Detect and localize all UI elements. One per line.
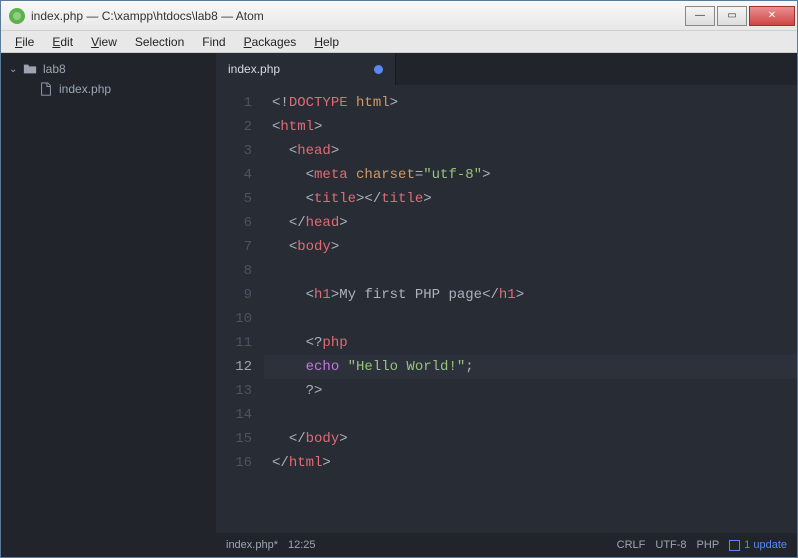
project-name: lab8 xyxy=(43,62,66,76)
text-editor[interactable]: 12345678910111213141516 <!DOCTYPE html><… xyxy=(216,85,797,533)
menu-help[interactable]: Help xyxy=(306,33,347,51)
code-line[interactable]: <body> xyxy=(264,235,797,259)
tab-title: index.php xyxy=(228,62,364,76)
editor-pane: index.php 12345678910111213141516 <!DOCT… xyxy=(216,53,797,557)
close-button[interactable]: ✕ xyxy=(749,6,795,26)
titlebar[interactable]: index.php — C:\xampp\htdocs\lab8 — Atom … xyxy=(1,1,797,31)
code-line[interactable] xyxy=(264,307,797,331)
menu-selection[interactable]: Selection xyxy=(127,33,192,51)
menubar: File Edit View Selection Find Packages H… xyxy=(1,31,797,53)
app-window: index.php — C:\xampp\htdocs\lab8 — Atom … xyxy=(0,0,798,558)
code-line[interactable]: </head> xyxy=(264,211,797,235)
tree-file[interactable]: index.php xyxy=(1,79,216,99)
code-line[interactable]: <!DOCTYPE html> xyxy=(264,91,797,115)
code-line[interactable]: echo "Hello World!"; xyxy=(264,355,797,379)
menu-edit[interactable]: Edit xyxy=(44,33,81,51)
status-update[interactable]: 1 update xyxy=(729,539,787,551)
atom-icon xyxy=(9,8,25,24)
tree-file-name: index.php xyxy=(59,82,111,96)
status-bar: index.php* 12:25 CRLF UTF-8 PHP 1 update xyxy=(216,533,797,557)
folder-icon xyxy=(23,62,37,76)
status-language[interactable]: PHP xyxy=(697,539,720,551)
tab-bar[interactable]: index.php xyxy=(216,53,797,85)
workspace: ⌄ lab8 index.php index.php 1234567891011… xyxy=(1,53,797,557)
status-cursor[interactable]: 12:25 xyxy=(288,539,316,551)
file-icon xyxy=(39,82,53,96)
tree-view[interactable]: ⌄ lab8 index.php xyxy=(1,53,216,557)
project-root[interactable]: ⌄ lab8 xyxy=(1,59,216,79)
code-line[interactable] xyxy=(264,259,797,283)
code-content[interactable]: <!DOCTYPE html><html> <head> <meta chars… xyxy=(264,85,797,533)
code-line[interactable]: ?> xyxy=(264,379,797,403)
code-line[interactable]: <head> xyxy=(264,139,797,163)
window-title: index.php — C:\xampp\htdocs\lab8 — Atom xyxy=(31,9,683,23)
code-line[interactable]: </html> xyxy=(264,451,797,475)
code-line[interactable]: </body> xyxy=(264,427,797,451)
status-eol[interactable]: CRLF xyxy=(617,539,646,551)
tab-index-php[interactable]: index.php xyxy=(216,53,396,85)
menu-find[interactable]: Find xyxy=(194,33,233,51)
chevron-down-icon: ⌄ xyxy=(9,64,17,75)
status-encoding[interactable]: UTF-8 xyxy=(655,539,686,551)
maximize-button[interactable]: ▭ xyxy=(717,6,747,26)
code-line[interactable]: <h1>My first PHP page</h1> xyxy=(264,283,797,307)
menu-view[interactable]: View xyxy=(83,33,125,51)
modified-indicator-icon xyxy=(374,65,383,74)
window-controls: — ▭ ✕ xyxy=(683,6,795,26)
code-line[interactable]: <meta charset="utf-8"> xyxy=(264,163,797,187)
line-number-gutter: 12345678910111213141516 xyxy=(216,85,264,533)
code-line[interactable]: <title></title> xyxy=(264,187,797,211)
package-icon xyxy=(729,540,740,551)
code-line[interactable] xyxy=(264,403,797,427)
menu-file[interactable]: File xyxy=(7,33,42,51)
status-file[interactable]: index.php* xyxy=(226,539,278,551)
menu-packages[interactable]: Packages xyxy=(236,33,305,51)
minimize-button[interactable]: — xyxy=(685,6,715,26)
code-line[interactable]: <html> xyxy=(264,115,797,139)
code-line[interactable]: <?php xyxy=(264,331,797,355)
